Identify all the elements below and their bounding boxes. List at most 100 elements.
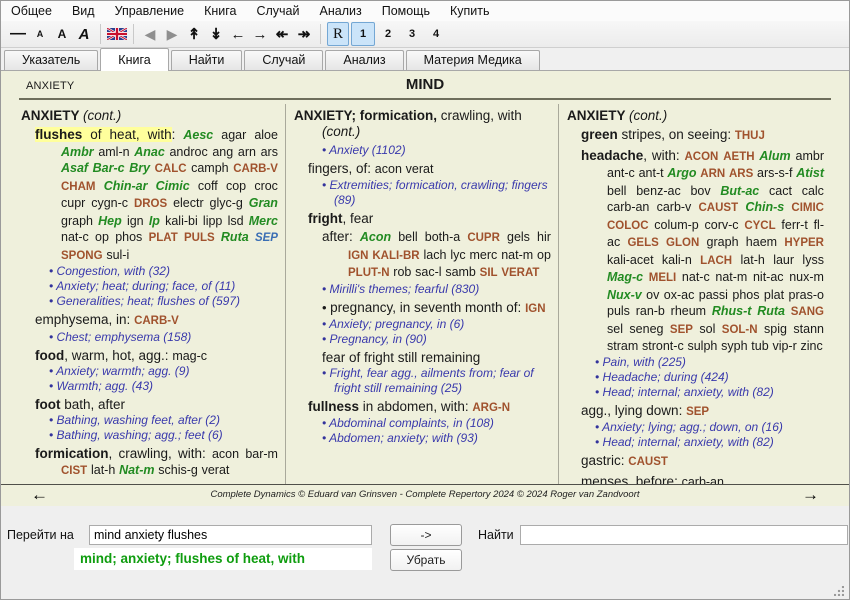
remedy[interactable]: KALI-BR [372, 250, 419, 262]
history-forward-icon[interactable]: ▶ [162, 23, 182, 45]
rubric[interactable]: formication, crawling, with: acon bar-m … [21, 446, 278, 480]
remedy[interactable]: Argo [667, 166, 696, 180]
remedy[interactable]: vip-r [772, 339, 796, 353]
remedy[interactable]: corv-c [705, 218, 739, 232]
menu-help[interactable]: Помощь [372, 1, 440, 21]
rubric[interactable]: emphysema, in: CARB-V [21, 312, 278, 330]
cross-reference[interactable]: • Congestion, with (32) [21, 264, 278, 279]
tab-index[interactable]: Указатель [4, 50, 98, 70]
remedy[interactable]: androc [169, 145, 207, 159]
remedy[interactable]: camph [191, 161, 229, 175]
bookmark-2-button[interactable]: 2 [377, 23, 399, 45]
remedy[interactable]: ars-s-f [757, 166, 792, 180]
remedy[interactable]: ran-b [636, 304, 665, 318]
remedy[interactable]: PLUT-N [348, 267, 390, 279]
remedy[interactable]: acon [375, 162, 402, 176]
remedy[interactable]: seneg [629, 322, 663, 336]
remedy[interactable]: Cimic [156, 179, 190, 193]
remedy[interactable]: sulph [687, 339, 717, 353]
menu-analysis[interactable]: Анализ [310, 1, 372, 21]
remedy[interactable]: agar [221, 128, 246, 142]
remedy[interactable]: Gran [249, 196, 278, 210]
remedy[interactable]: SIL [480, 267, 498, 279]
remedy[interactable]: electr [173, 196, 204, 210]
menu-book[interactable]: Книга [194, 1, 246, 21]
rubric[interactable]: flushes of heat, with: Aesc agar aloe Am… [21, 127, 278, 264]
cross-reference[interactable]: • Anxiety; heat; during; face, of (11) [21, 279, 278, 294]
remedy[interactable]: aml-n [98, 145, 129, 159]
remedy[interactable]: laur [773, 253, 794, 267]
previous-chapter-icon[interactable]: ↟ [184, 23, 204, 45]
remedy[interactable]: ov [646, 288, 659, 302]
cross-reference[interactable]: • Head; internal; anxiety, with (82) [567, 435, 824, 450]
remedy[interactable]: Chin-ar [104, 179, 148, 193]
cross-reference[interactable]: • Head; internal; anxiety, with (82) [567, 385, 824, 400]
rubric[interactable]: green stripes, on seeing: THUJ [567, 127, 824, 145]
remedy[interactable]: lipp [203, 214, 222, 228]
remedy[interactable]: op [95, 230, 109, 244]
remedy[interactable]: CAUST [699, 202, 739, 214]
remedy[interactable]: passi [699, 288, 728, 302]
remedy[interactable]: merc [470, 248, 498, 262]
remedy[interactable]: stront-c [642, 339, 684, 353]
remedy[interactable]: PLAT [149, 232, 178, 244]
remedy[interactable]: graph [707, 235, 739, 249]
remedy[interactable]: ARN [700, 168, 725, 180]
remedy[interactable]: rob [393, 265, 411, 279]
language-flag-uk-icon[interactable] [107, 23, 127, 45]
remedy[interactable]: cact [769, 184, 792, 198]
next-page-arrow-icon[interactable]: → [802, 485, 819, 505]
cross-reference[interactable]: • Anxiety (1102) [294, 143, 551, 158]
remedy[interactable]: HYPER [784, 237, 824, 249]
remedy[interactable]: ang [212, 145, 233, 159]
remove-button[interactable]: Убрать [390, 549, 462, 571]
remedy[interactable]: Bar-c [93, 161, 125, 175]
menu-manage[interactable]: Управление [105, 1, 195, 21]
remedy[interactable]: MELI [649, 272, 676, 284]
remedy[interactable]: puls [607, 304, 630, 318]
cross-reference[interactable]: • Generalities; heat; flushes of (597) [21, 294, 278, 309]
remedy[interactable]: ferr-t [781, 218, 807, 232]
remedy[interactable]: ARG-N [472, 402, 510, 414]
remedy[interactable]: SOL-N [722, 324, 758, 336]
remedy[interactable]: glyc-g [210, 196, 243, 210]
bookmark-3-button[interactable]: 3 [401, 23, 423, 45]
rubric[interactable]: fullness in abdomen, with: ARG-N [294, 399, 551, 417]
history-back-icon[interactable]: ◀ [140, 23, 160, 45]
remedy[interactable]: op [537, 248, 551, 262]
remedy[interactable]: ARS [729, 168, 753, 180]
remedy[interactable]: lsd [228, 214, 244, 228]
tab-book[interactable]: Книга [100, 48, 168, 71]
cross-reference[interactable]: • Fright, fear agg., ailments from; fear… [294, 366, 551, 396]
remedy[interactable]: phos [732, 288, 759, 302]
menu-buy[interactable]: Купить [440, 1, 500, 21]
find-input[interactable] [520, 525, 848, 545]
remedy[interactable]: Anac [134, 145, 165, 159]
remedy[interactable]: cop [226, 179, 246, 193]
rubric[interactable]: fingers, of: acon verat [294, 161, 551, 178]
remedy[interactable]: graph [61, 214, 93, 228]
previous-page-icon[interactable]: ← [228, 23, 248, 45]
remedy[interactable]: ant-c [607, 166, 635, 180]
first-page-icon[interactable]: ↞ [272, 23, 292, 45]
cross-reference[interactable]: • Abdominal complaints, in (108) [294, 416, 551, 431]
remedy[interactable]: Atist [796, 166, 824, 180]
remedy[interactable]: sol [699, 322, 715, 336]
repertory-button[interactable]: R [327, 22, 349, 46]
cross-reference[interactable]: • Chest; emphysema (158) [21, 330, 278, 345]
cross-reference[interactable]: • Warmth; agg. (43) [21, 379, 278, 394]
remedy[interactable]: calc [802, 184, 824, 198]
rubric[interactable]: agg., lying down: SEP [567, 403, 824, 421]
remedy[interactable]: schis-g [158, 463, 198, 477]
next-chapter-icon[interactable]: ↡ [206, 23, 226, 45]
remedy[interactable]: CUPR [467, 232, 500, 244]
remedy[interactable]: lat-h [741, 253, 765, 267]
remedy[interactable]: Nat-m [119, 463, 154, 477]
rubric[interactable]: fright, fear [294, 211, 551, 227]
remedy[interactable]: bov [690, 184, 710, 198]
remedy[interactable]: ign [127, 214, 144, 228]
next-page-icon[interactable]: → [250, 23, 270, 45]
rubric[interactable]: headache, with: ACON AETH Alum ambr ant-… [567, 148, 824, 355]
rubric[interactable]: food, warm, hot, agg.: mag-c [21, 348, 278, 365]
remedy[interactable]: SPONG [61, 250, 103, 262]
